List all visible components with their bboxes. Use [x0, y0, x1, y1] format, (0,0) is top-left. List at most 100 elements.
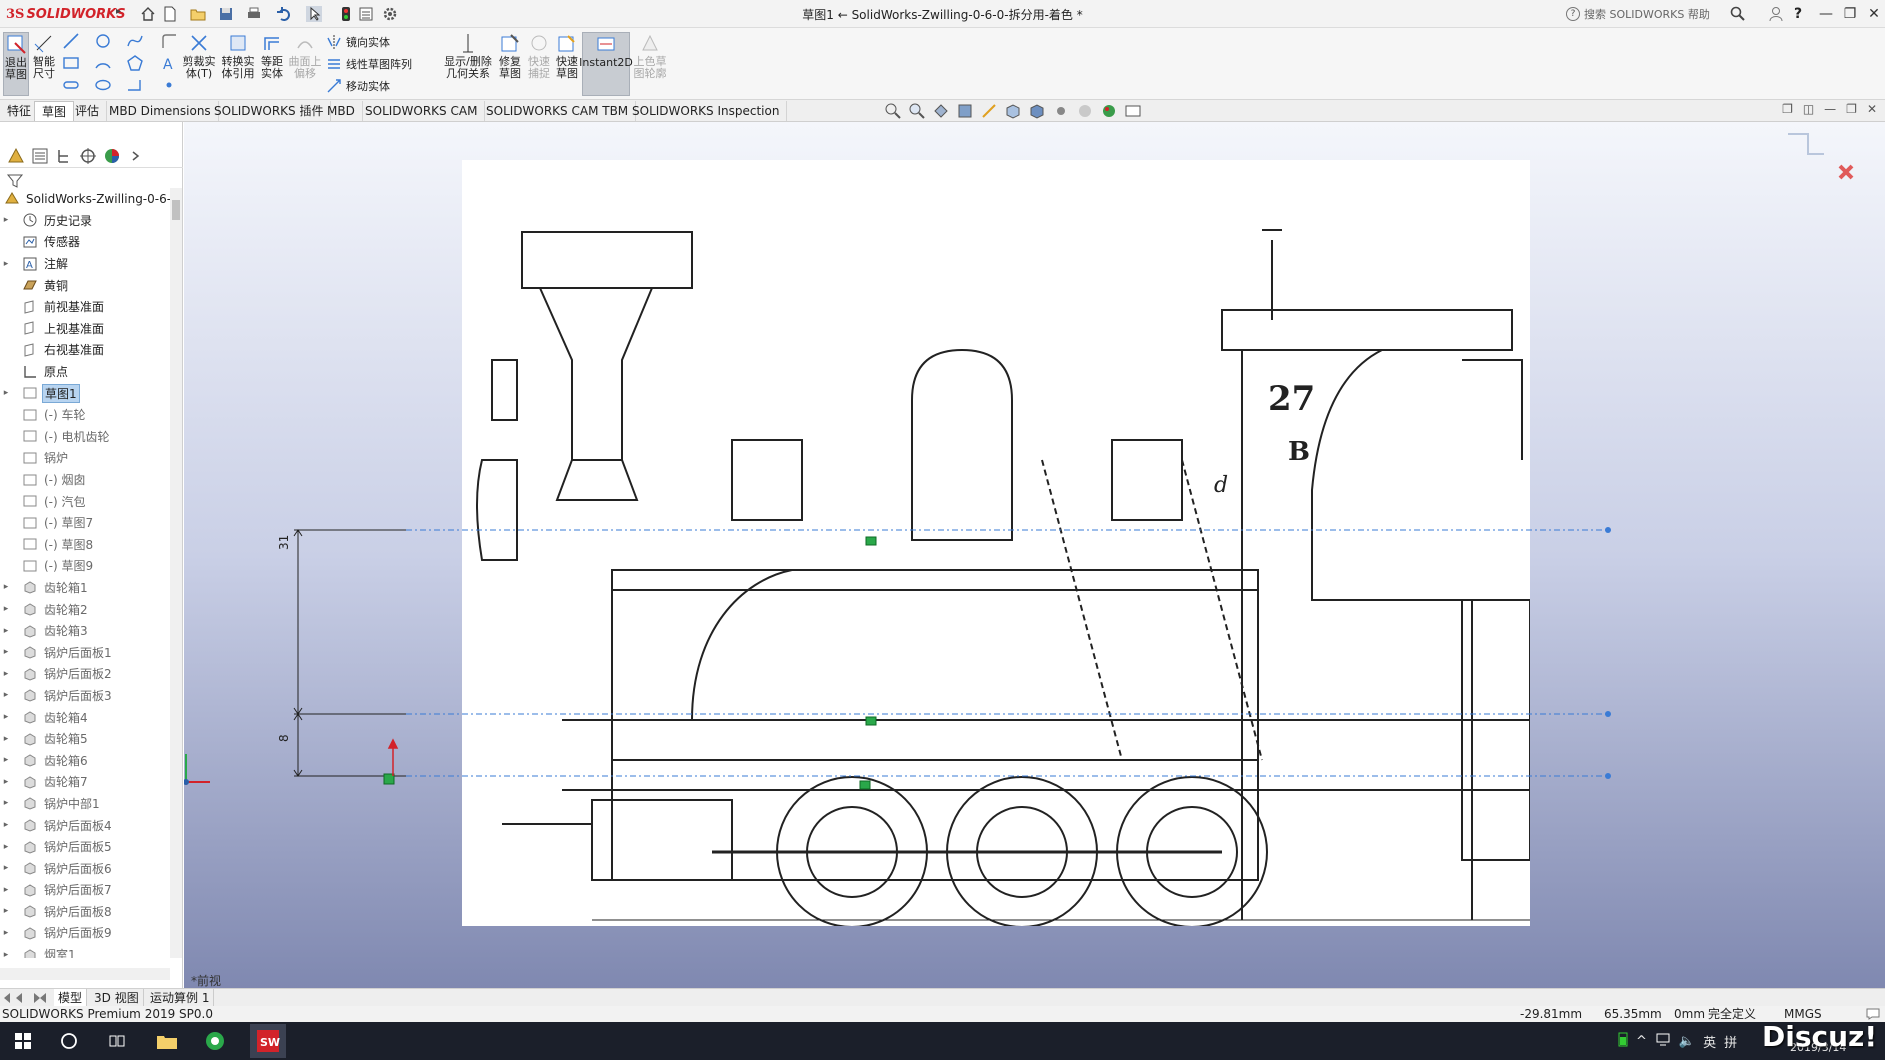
sketch-endpoint-top[interactable]: [1605, 527, 1611, 533]
display-style-icon[interactable]: [1028, 102, 1046, 120]
offset-entities-button[interactable]: 等距 实体: [258, 32, 286, 96]
mirror-entities-button[interactable]: 镜向实体: [326, 32, 390, 52]
edit-appearance-icon[interactable]: [1076, 102, 1094, 120]
tree-item[interactable]: ▸ 锅炉后面板6: [0, 857, 170, 879]
expand-arrow-icon[interactable]: ▸: [0, 798, 12, 808]
tree-item[interactable]: ▸ 锅炉后面板7: [0, 879, 170, 901]
expand-arrow-icon[interactable]: ▸: [0, 582, 12, 592]
confirmation-corner[interactable]: [1784, 124, 1864, 184]
dimxpert-manager-tab-icon[interactable]: [78, 146, 98, 166]
expand-arrow-icon[interactable]: ▸: [0, 885, 12, 895]
move-entities-button[interactable]: 移动实体: [326, 76, 390, 96]
tree-item[interactable]: ▸ 锅炉后面板5: [0, 836, 170, 858]
print-icon[interactable]: [244, 4, 264, 24]
display-relations-button[interactable]: 显示/删除 几何关系: [442, 32, 494, 96]
tree-item[interactable]: (-) 草图8: [0, 534, 170, 556]
tree-item[interactable]: 锅炉: [0, 447, 170, 469]
tree-item[interactable]: 黄铜: [0, 274, 170, 296]
expand-arrow-icon[interactable]: ▸: [0, 928, 12, 938]
circle-tool-icon[interactable]: [94, 32, 112, 50]
dimension-31[interactable]: 31: [277, 535, 291, 550]
tree-item[interactable]: 上视基准面: [0, 318, 170, 340]
tree-item[interactable]: ▸ A 注解: [0, 253, 170, 275]
previous-view-icon[interactable]: [932, 102, 950, 120]
traffic-light-icon[interactable]: [336, 4, 356, 24]
tree-item[interactable]: 右视基准面: [0, 339, 170, 361]
rectangle-tool-icon[interactable]: [62, 54, 80, 72]
shaded-sketch-contours-button[interactable]: 上色草 图轮廓: [632, 32, 668, 96]
tree-item[interactable]: ▸ 锅炉后面板8: [0, 901, 170, 923]
dimension-8[interactable]: 8: [277, 734, 291, 742]
tab-solidworks-cam[interactable]: SOLIDWORKS CAM: [358, 101, 486, 121]
expand-arrow-icon[interactable]: ▸: [0, 647, 12, 657]
tree-item[interactable]: ▸ 齿轮箱6: [0, 749, 170, 771]
polygon-tool-icon[interactable]: [126, 54, 144, 72]
linear-pattern-button[interactable]: 线性草图阵列: [326, 54, 412, 74]
configuration-manager-tab-icon[interactable]: [54, 146, 74, 166]
expand-arrow-icon[interactable]: ▸: [0, 712, 12, 722]
expand-arrow-icon[interactable]: ▸: [0, 906, 12, 916]
solidworks-logo[interactable]: 3S SOLIDWORKS: [6, 4, 126, 24]
tree-item[interactable]: (-) 电机齿轮: [0, 426, 170, 448]
tree-item[interactable]: ▸ 锅炉后面板9: [0, 922, 170, 944]
tab-motion-study-1[interactable]: 运动算例 1: [146, 989, 215, 1007]
view-orientation-icon[interactable]: [1004, 102, 1022, 120]
horizontal-relation-icon[interactable]: [865, 536, 877, 546]
cortana-search-icon[interactable]: [56, 1028, 82, 1054]
save-icon[interactable]: [216, 4, 236, 24]
hide-show-items-icon[interactable]: [1052, 102, 1070, 120]
tree-item[interactable]: ▸ 草图1: [0, 382, 170, 404]
property-manager-tab-icon[interactable]: [30, 146, 50, 166]
tree-item[interactable]: (-) 汽包: [0, 490, 170, 512]
home-icon[interactable]: [138, 4, 158, 24]
doc-cascade-icon[interactable]: ◫: [1803, 102, 1814, 116]
cancel-sketch-corner-icon[interactable]: [1838, 164, 1854, 180]
rapid-sketch-button[interactable]: 快速 草图: [554, 32, 580, 96]
tree-item[interactable]: (-) 车轮: [0, 404, 170, 426]
view-settings-icon[interactable]: [1124, 102, 1142, 120]
tab-solidworks-addins[interactable]: SOLIDWORKS 插件: [207, 101, 332, 121]
doc-restore-icon[interactable]: ❐: [1846, 102, 1857, 116]
minimize-window-icon[interactable]: —: [1814, 2, 1838, 26]
exit-sketch-corner-icon[interactable]: [1788, 133, 1824, 155]
horizontal-relation-icon[interactable]: [865, 716, 877, 726]
sketch-fillet-icon[interactable]: [160, 32, 178, 50]
browser-taskbar-icon[interactable]: [202, 1028, 228, 1054]
tree-item[interactable]: ▸ 齿轮箱3: [0, 620, 170, 642]
volume-icon[interactable]: 🔈: [1679, 1034, 1695, 1049]
tab-mbd-dimensions[interactable]: MBD Dimensions: [102, 101, 219, 121]
network-icon[interactable]: [1655, 1032, 1671, 1050]
search-icon[interactable]: [1728, 4, 1748, 24]
apply-scene-icon[interactable]: [1100, 102, 1118, 120]
task-view-icon[interactable]: [104, 1028, 130, 1054]
trim-entities-button[interactable]: 剪裁实 体(T): [182, 32, 216, 96]
tree-item[interactable]: ▸ 锅炉后面板3: [0, 685, 170, 707]
sketch-endpoint-bottom[interactable]: [1605, 773, 1611, 779]
help-menu-button[interactable]: ?: [1788, 4, 1808, 24]
graphics-area[interactable]: 27 B d 31 8: [184, 122, 1885, 990]
expand-arrow-icon[interactable]: ▸: [0, 690, 12, 700]
solidworks-taskbar-icon[interactable]: SW: [250, 1024, 286, 1058]
tree-item[interactable]: 传感器: [0, 231, 170, 253]
expand-arrow-icon[interactable]: ▸: [0, 820, 12, 830]
battery-icon[interactable]: [1618, 1031, 1628, 1051]
tree-item[interactable]: (-) 草图7: [0, 512, 170, 534]
open-folder-icon[interactable]: [188, 4, 208, 24]
expand-arrow-icon[interactable]: ▸: [0, 755, 12, 765]
quick-snaps-button[interactable]: 快速 捕捉: [526, 32, 552, 96]
windows-start-icon[interactable]: [10, 1028, 36, 1054]
section-view-icon[interactable]: [956, 102, 974, 120]
tree-root[interactable]: SolidWorks-Zwilling-0-6-0: [0, 188, 170, 210]
tree-item[interactable]: ▸ 齿轮箱5: [0, 728, 170, 750]
expand-arrow-icon[interactable]: ▸: [0, 259, 12, 269]
line-tool-icon[interactable]: [62, 32, 80, 50]
arc-tool-icon[interactable]: [94, 54, 112, 72]
expand-arrow-icon[interactable]: ▸: [0, 626, 12, 636]
exit-sketch-button[interactable]: 退出 草图: [3, 32, 29, 96]
tab-model[interactable]: 模型: [54, 989, 88, 1007]
expand-arrow-icon[interactable]: ▸: [0, 215, 12, 225]
ellipse-tool-icon[interactable]: [94, 76, 112, 94]
tree-item[interactable]: (-) 草图9: [0, 555, 170, 577]
tree-item[interactable]: ▸ 锅炉中部1: [0, 793, 170, 815]
tab-solidworks-inspection[interactable]: SOLIDWORKS Inspection: [625, 101, 788, 121]
